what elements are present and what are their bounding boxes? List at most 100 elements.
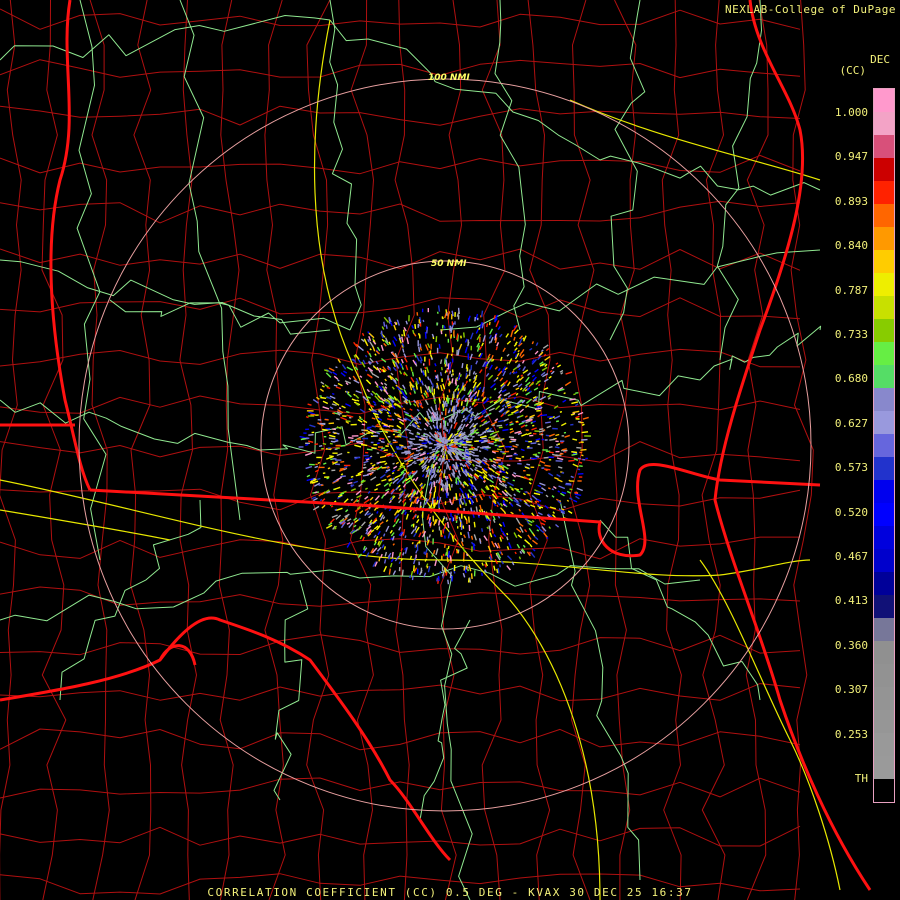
echo-gate <box>505 423 509 426</box>
echo-gate <box>426 392 429 397</box>
color-scale-swatch <box>874 365 894 388</box>
echo-gate <box>581 431 589 434</box>
echo-gate <box>522 337 525 340</box>
echo-gate <box>478 327 481 331</box>
echo-gate <box>442 405 445 409</box>
echo-gate <box>437 305 441 312</box>
echo-gate <box>518 556 522 560</box>
echo-gate <box>402 552 405 556</box>
echo-gate <box>498 463 503 466</box>
echo-gate <box>464 448 469 451</box>
echo-gate <box>411 575 414 581</box>
echo-gate <box>468 516 470 523</box>
echo-gate <box>414 514 417 518</box>
echo-gate <box>539 428 544 431</box>
echo-gate <box>424 369 427 377</box>
color-scale-label: 0.307 <box>834 683 868 697</box>
color-scale-label: 0.520 <box>834 505 868 519</box>
echo-gate <box>456 409 459 416</box>
color-scale-label: 0.787 <box>834 283 868 297</box>
echo-gate <box>496 470 501 474</box>
echo-gate <box>350 475 354 478</box>
echo-gate <box>452 496 455 504</box>
echo-gate <box>465 565 468 570</box>
color-scale-swatch <box>874 273 894 296</box>
echo-gate <box>439 570 442 574</box>
echo-gate <box>385 431 389 434</box>
echo-gate <box>314 491 318 494</box>
echo-gate <box>447 545 450 550</box>
echo-gate <box>428 534 431 538</box>
echo-gate <box>379 437 385 440</box>
echo-gate <box>449 370 452 374</box>
echo-gate <box>434 446 438 449</box>
echo-gate <box>500 397 503 400</box>
echo-gate <box>459 504 462 508</box>
echo-gate <box>388 424 394 428</box>
echo-gate <box>317 477 321 481</box>
echo-gate <box>414 462 417 465</box>
echo-gate <box>473 521 476 528</box>
echo-gate <box>563 505 566 509</box>
echo-gate <box>532 424 535 427</box>
echo-gate <box>437 407 440 411</box>
echo-gate <box>456 394 459 399</box>
echo-gate <box>376 442 380 445</box>
echo-gate <box>391 472 395 475</box>
echo-gate <box>322 428 328 431</box>
color-scale-label: 0.253 <box>834 727 868 741</box>
echo-gate <box>431 497 434 505</box>
echo-gate <box>420 360 422 364</box>
echo-gate <box>444 461 447 465</box>
echo-gate <box>319 395 322 397</box>
echo-gate <box>314 443 319 446</box>
echo-gate <box>340 444 346 447</box>
echo-gate <box>443 358 446 365</box>
echo-gate <box>461 538 464 542</box>
echo-gate <box>477 460 480 463</box>
echo-gate <box>579 465 583 467</box>
echo-gate <box>536 529 540 532</box>
echo-gate <box>447 521 450 528</box>
echo-gate <box>436 577 439 582</box>
echo-gate <box>440 479 443 486</box>
echo-gate <box>360 443 368 447</box>
echo-gate <box>436 445 441 448</box>
echo-gate <box>449 498 452 504</box>
echo-gate <box>388 568 391 575</box>
echo-gate <box>495 437 501 440</box>
echo-gate <box>482 480 486 483</box>
echo-gate <box>365 369 368 372</box>
echo-gate <box>555 420 560 423</box>
echo-gate <box>401 336 404 343</box>
color-scale-bar <box>873 88 895 803</box>
echo-gate <box>443 325 446 329</box>
echo-gate <box>467 493 470 499</box>
echo-gate <box>434 415 437 421</box>
color-scale-swatch <box>874 342 894 365</box>
color-scale-swatch <box>874 204 894 227</box>
color-scale-swatch <box>874 641 894 664</box>
echo-gate <box>383 533 386 537</box>
color-scale-swatch <box>874 434 894 457</box>
echo-gate <box>454 378 457 385</box>
echo-gate <box>468 477 471 481</box>
echo-gate <box>445 552 448 556</box>
echo-gate <box>496 504 499 508</box>
echo-gate <box>440 457 444 464</box>
echo-gate <box>446 369 449 372</box>
echo-gate <box>549 438 556 441</box>
echo-gate <box>506 455 513 458</box>
echo-gate <box>547 487 551 490</box>
echo-gate <box>471 435 475 438</box>
echo-gate <box>362 474 369 477</box>
echo-gate <box>433 491 436 499</box>
color-scale-swatch <box>874 618 894 641</box>
echo-gate <box>380 440 385 443</box>
color-scale-swatch <box>874 181 894 204</box>
echo-gate <box>438 520 441 526</box>
units-product-label: (CC) <box>839 64 867 77</box>
echo-gate <box>460 401 463 406</box>
echo-gate <box>420 380 423 383</box>
echo-gate <box>490 359 493 362</box>
